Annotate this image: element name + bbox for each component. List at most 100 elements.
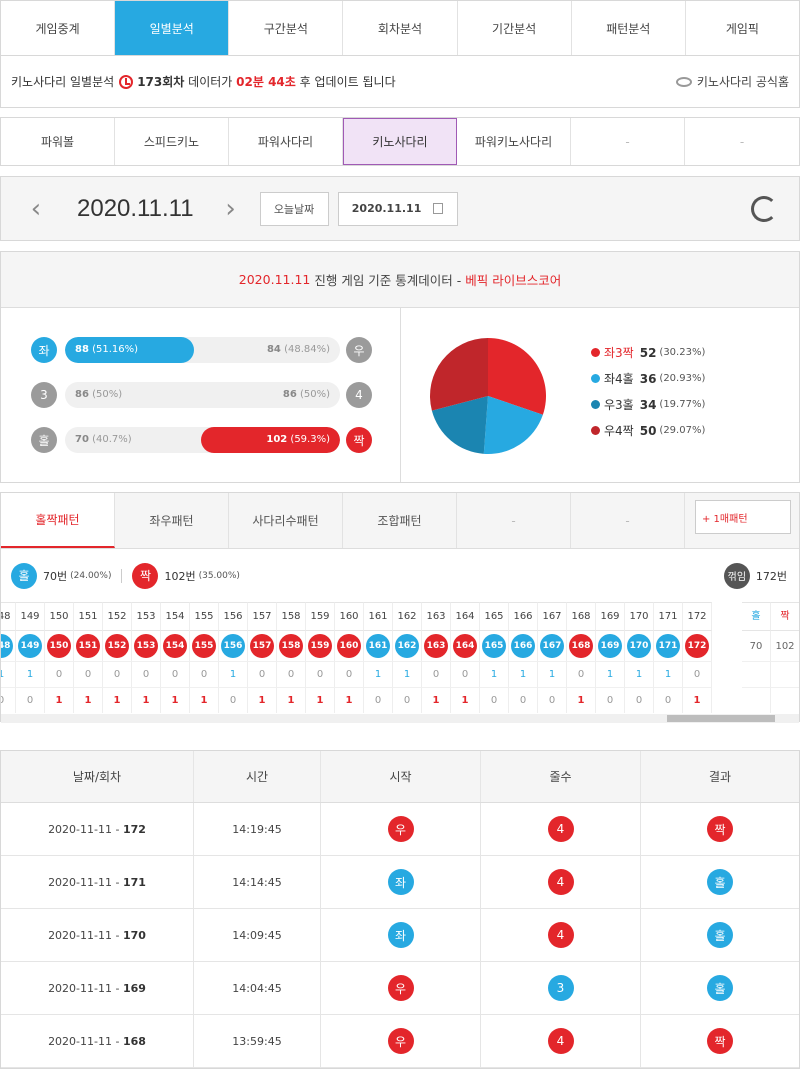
tab-5[interactable]: 기간분석 <box>458 1 572 55</box>
ratio-right-icon: 우 <box>346 337 372 363</box>
official-site-link[interactable]: 키노사다리 공식홈 <box>675 73 789 90</box>
round-ball: 151 <box>76 634 100 658</box>
legend-dot-icon <box>591 426 600 435</box>
pattern-column: 167 167 1 0 <box>538 602 567 714</box>
even-flag: 0 <box>16 687 45 713</box>
info-label: 키노사다리 일별분석 <box>11 75 115 89</box>
ratio-right-pct: (59.3%) <box>290 434 330 445</box>
game-tab-5[interactable]: 파워키노사다리 <box>457 118 571 165</box>
even-flag: 0 <box>1 687 16 713</box>
tab-4[interactable]: 회차분석 <box>343 1 458 55</box>
round-ball-cell: 171 <box>654 631 683 661</box>
round-number: 148 <box>1 602 16 631</box>
info-tail: 후 업데이트 됩니다 <box>299 75 396 89</box>
round-number: 151 <box>74 602 103 631</box>
empty-cell <box>742 687 771 713</box>
time-cell: 14:19:45 <box>194 803 321 855</box>
lines-ball: 4 <box>547 1028 574 1054</box>
lines-cell: 4 <box>481 803 641 855</box>
next-date-chevron-icon[interactable]: › <box>216 194 246 224</box>
legend-label: 우4짝 <box>604 424 634 438</box>
game-tab-1[interactable]: 파워볼 <box>1 118 115 165</box>
round-ball-cell: 157 <box>248 631 277 661</box>
horizontal-scrollbar[interactable] <box>1 714 799 723</box>
start-ball: 좌 <box>387 922 414 948</box>
results-header-cell: 줄수 <box>481 751 641 802</box>
even-flag: 0 <box>393 687 422 713</box>
pattern-panel: 홀짝패턴 좌우패턴 사다리수패턴 조합패턴 - - + 1매패턴 홀 70번 (24.00%… <box>0 492 800 723</box>
ratio-right-count: 84 <box>266 344 281 355</box>
date-text: 2020-11-11 - <box>48 981 120 995</box>
odd-flag: 1 <box>364 661 393 687</box>
pattern-tab-1[interactable]: 홀짝패턴 <box>1 493 115 548</box>
round-ball: 153 <box>134 634 158 658</box>
pattern-column: 148 148 10 <box>1 602 16 714</box>
game-tab-4[interactable]: 키노사다리 <box>343 118 457 165</box>
game-tab-3[interactable]: 파워사다리 <box>229 118 343 165</box>
lines-cell: 3 <box>481 962 641 1014</box>
pattern-tab-4[interactable]: 조합패턴 <box>343 493 457 548</box>
one-pattern-button[interactable]: + 1매패턴 <box>695 500 791 534</box>
tab-2[interactable]: 일별분석 <box>115 1 230 55</box>
round-ball-cell: 172 <box>683 631 712 661</box>
tab-3[interactable]: 구간분석 <box>229 1 344 55</box>
ratio-row: 좌 88 (51.16%) 84 (48.84%) 우 <box>31 336 374 364</box>
tab-6[interactable]: 패턴분석 <box>572 1 686 55</box>
round-ball-cell: 148 <box>1 631 16 661</box>
even-flag: 1 <box>161 687 190 713</box>
scrollbar-thumb[interactable] <box>667 715 775 722</box>
legend-pct: (29.07%) <box>659 425 706 436</box>
round-ball: 154 <box>163 634 187 658</box>
round-ball-cell: 163 <box>422 631 451 661</box>
round-ball-cell: 166 <box>509 631 538 661</box>
tab-7[interactable]: 게임픽 <box>686 1 799 55</box>
pie-chart <box>430 338 546 454</box>
start-cell: 우 <box>321 1015 481 1067</box>
pattern-tab-2[interactable]: 좌우패턴 <box>115 493 229 548</box>
legend-pct: (30.23%) <box>659 347 706 358</box>
total-value: 70 <box>749 640 763 652</box>
results-header: 날짜/회차 시간 시작 줄수 결과 <box>1 751 799 803</box>
start-ball: 우 <box>387 1028 414 1054</box>
game-tab-2[interactable]: 스피드키노 <box>115 118 229 165</box>
pattern-column: 164 164 0 1 <box>451 602 480 714</box>
ratio-bar: 88 (51.16%) 84 (48.84%) <box>65 337 340 363</box>
refresh-icon[interactable] <box>751 195 777 222</box>
date-input[interactable]: 2020.11.11 <box>337 191 458 226</box>
odd-flag: 0 <box>451 661 480 687</box>
round-text: 171 <box>122 875 146 889</box>
odd-flag: 0 <box>103 661 132 687</box>
time-cell: 14:09:45 <box>194 909 321 961</box>
ratio-left-count: 86 <box>75 389 89 400</box>
top-nav: 게임중계 일별분석 구간분석 회차분석 기간분석 패턴분석 게임픽 <box>0 0 800 56</box>
results-row: 2020-11-11 - 172 14:19:45 우 4 짝 <box>1 803 799 856</box>
odd-flag: 1 <box>393 661 422 687</box>
start-ball: 우 <box>387 975 414 1001</box>
even-flag: 1 <box>277 687 306 713</box>
legend-label: 우3홀 <box>604 398 634 412</box>
game-tabs: 파워볼 스피드키노 파워사다리 키노사다리 파워키노사다리 - - <box>0 117 800 166</box>
round-number: 160 <box>335 602 364 631</box>
pattern-column: 151 151 0 1 <box>74 602 103 714</box>
round-number: 161 <box>364 602 393 631</box>
round-text: 168 <box>122 1034 146 1048</box>
ratio-left-pct: (40.7%) <box>92 434 132 445</box>
stats-header-date: 2020.11.11 <box>238 272 311 287</box>
round-text: 169 <box>122 981 146 995</box>
prev-date-chevron-icon[interactable]: ‹ <box>21 194 51 224</box>
odd-flag: 1 <box>509 661 538 687</box>
tab-1[interactable]: 게임중계 <box>1 1 116 55</box>
results-row: 2020-11-11 - 170 14:09:45 좌 4 홀 <box>1 909 799 962</box>
pattern-column: 159 159 0 1 <box>306 602 335 714</box>
empty-cell <box>742 661 771 687</box>
today-button[interactable]: 오늘날짜 <box>259 191 329 226</box>
even-flag: 1 <box>103 687 132 713</box>
start-cell: 우 <box>321 803 481 855</box>
pattern-total-column: 홀 70 <box>742 602 771 714</box>
odd-flag: 0 <box>248 661 277 687</box>
round-number: 171 <box>654 602 683 631</box>
round-ball: 159 <box>308 634 332 658</box>
round-number: 153 <box>132 602 161 631</box>
pattern-tab-3[interactable]: 사다리수패턴 <box>229 493 343 548</box>
pattern-summary: 홀 70번 (24.00%) 짝 102번 (35.00%) 꺾임 172번 <box>1 549 799 602</box>
